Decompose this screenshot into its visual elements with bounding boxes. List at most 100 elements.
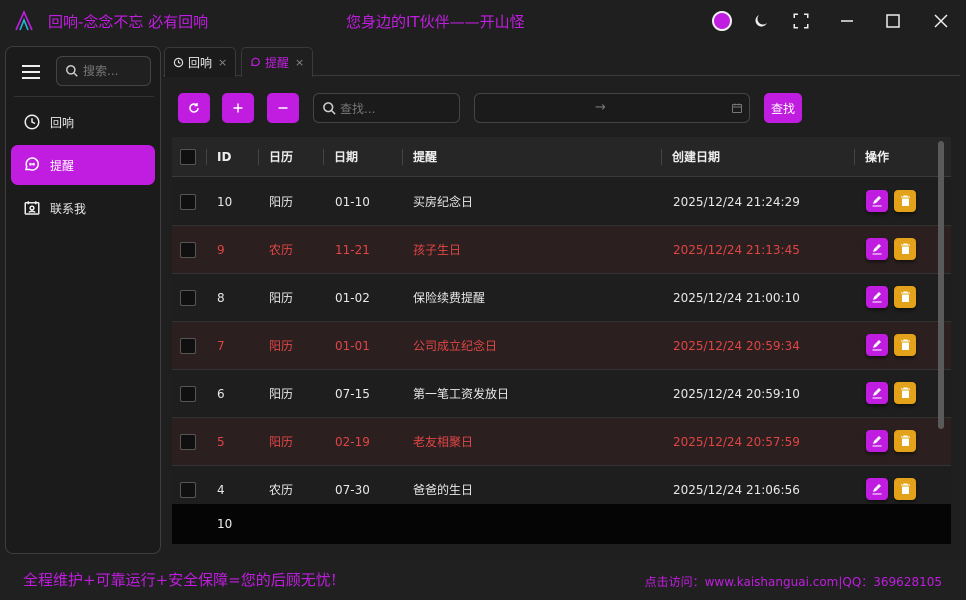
add-button[interactable]: [222, 93, 254, 123]
column-divider: [323, 149, 324, 165]
column-header-actions: 操作: [865, 150, 890, 164]
cell-created: 2025/12/24 21:00:10: [673, 291, 800, 305]
search-icon: [66, 65, 78, 77]
find-field[interactable]: [313, 93, 460, 123]
pencil-icon: [872, 340, 882, 351]
cell-reminder: 老友相聚日: [413, 435, 474, 449]
query-button[interactable]: 查找: [764, 93, 802, 123]
table-row[interactable]: 9 农历 11-21 孩子生日 2025/12/24 21:13:45: [172, 226, 951, 274]
sidebar-item-huixiang[interactable]: 回响: [11, 102, 155, 142]
cell-created: 2025/12/24 21:13:45: [673, 243, 800, 257]
theme-color-button[interactable]: [709, 8, 735, 34]
pencil-icon: [872, 436, 882, 447]
row-checkbox[interactable]: [180, 386, 196, 402]
edit-button[interactable]: [866, 238, 888, 260]
edit-button[interactable]: [866, 430, 888, 452]
clock-icon: [173, 57, 184, 68]
edit-button[interactable]: [866, 286, 888, 308]
sidebar-item-contact[interactable]: 联系我: [11, 188, 155, 228]
footer-visit-link[interactable]: 点击访问：www.kaishanguai.com|QQ：369628105: [645, 573, 942, 590]
close-button[interactable]: [928, 8, 954, 34]
table-row[interactable]: 10 阳历 01-10 买房纪念日 2025/12/24 21:24:29: [172, 178, 951, 226]
table-row[interactable]: 8 阳历 01-02 保险续费提醒 2025/12/24 21:00:10: [172, 274, 951, 322]
delete-button[interactable]: [894, 334, 916, 356]
row-checkbox[interactable]: [180, 194, 196, 210]
refresh-button[interactable]: [178, 93, 210, 123]
delete-button[interactable]: [894, 286, 916, 308]
status-bar: 全程维护+可靠运行+安全保障=您的后顾无忧! 点击访问：www.kaishang…: [0, 560, 966, 600]
table-row[interactable]: 5 阳历 02-19 老友相聚日 2025/12/24 20:57:59: [172, 418, 951, 466]
tab-label: 回响: [188, 56, 213, 70]
cell-id: 9: [217, 243, 225, 257]
cell-calendar: 阳历: [269, 435, 294, 449]
remove-button[interactable]: [267, 93, 299, 123]
app-logo-icon: [15, 10, 33, 31]
maximize-button[interactable]: [880, 8, 906, 34]
row-checkbox[interactable]: [180, 434, 196, 450]
dark-mode-icon[interactable]: [748, 8, 774, 34]
table-row[interactable]: 6 阳历 07-15 第一笔工资发放日 2025/12/24 20:59:10: [172, 370, 951, 418]
search-icon: [323, 102, 336, 115]
table-row[interactable]: 7 阳历 01-01 公司成立纪念日 2025/12/24 20:59:34: [172, 322, 951, 370]
tab-huixiang[interactable]: 回响 ×: [164, 47, 237, 77]
column-divider: [258, 149, 259, 165]
column-header-id[interactable]: ID: [217, 137, 231, 177]
row-checkbox[interactable]: [180, 482, 196, 498]
sidebar-item-reminder[interactable]: 提醒: [11, 145, 155, 185]
sidebar-item-label: 提醒: [50, 158, 75, 173]
minimize-button[interactable]: [834, 8, 860, 34]
cell-date: 01-02: [335, 291, 370, 305]
trash-icon: [900, 243, 910, 254]
row-checkbox[interactable]: [180, 242, 196, 258]
delete-button[interactable]: [894, 190, 916, 212]
tab-close-icon[interactable]: ×: [218, 56, 227, 69]
pencil-icon: [872, 388, 882, 399]
delete-button[interactable]: [894, 238, 916, 260]
trash-icon: [900, 291, 910, 302]
column-header-reminder[interactable]: 提醒: [413, 137, 437, 177]
cell-calendar: 阳历: [269, 339, 294, 353]
tab-reminder[interactable]: 提醒 ×: [241, 47, 314, 77]
cell-calendar: 阳历: [269, 195, 294, 209]
cell-reminder: 孩子生日: [413, 243, 462, 257]
trash-icon: [900, 435, 910, 446]
cell-id: 10: [217, 195, 233, 209]
tab-close-icon[interactable]: ×: [295, 56, 304, 69]
record-count: 10: [217, 517, 233, 531]
column-divider: [854, 149, 855, 165]
clock-icon: [22, 112, 42, 132]
date-range-picker[interactable]: →: [474, 93, 750, 123]
delete-button[interactable]: [894, 478, 916, 500]
footer-slogan: 全程维护+可靠运行+安全保障=您的后顾无忧!: [23, 571, 337, 589]
table-header: ID 日历 日期 提醒 创建日期 操作: [172, 137, 951, 177]
trash-icon: [900, 195, 910, 206]
row-checkbox[interactable]: [180, 338, 196, 354]
cell-calendar: 阳历: [269, 291, 294, 305]
trash-icon: [900, 483, 910, 494]
find-input[interactable]: [340, 99, 450, 119]
delete-button[interactable]: [894, 430, 916, 452]
delete-button[interactable]: [894, 382, 916, 404]
tab-label: 提醒: [265, 56, 290, 70]
title-bar: 回响-念念不忘 必有回响 您身边的IT伙伴——开山怪: [0, 0, 966, 42]
column-header-created[interactable]: 创建日期: [672, 137, 720, 177]
cell-id: 6: [217, 387, 225, 401]
fullscreen-icon[interactable]: [788, 8, 814, 34]
cell-calendar: 农历: [269, 243, 294, 257]
sidebar-search[interactable]: [56, 56, 151, 86]
edit-button[interactable]: [866, 190, 888, 212]
cell-reminder: 公司成立纪念日: [413, 339, 498, 353]
trash-icon: [900, 387, 910, 398]
column-header-calendar[interactable]: 日历: [269, 137, 293, 177]
select-all-checkbox[interactable]: [180, 149, 196, 165]
hamburger-menu-icon[interactable]: [20, 61, 42, 83]
table-scrollbar[interactable]: [938, 141, 944, 429]
sidebar-search-input[interactable]: [83, 61, 147, 81]
edit-button[interactable]: [866, 382, 888, 404]
table-footer: 10: [172, 504, 951, 544]
edit-button[interactable]: [866, 478, 888, 500]
cell-created: 2025/12/24 20:59:34: [673, 339, 800, 353]
column-header-date[interactable]: 日期: [334, 137, 358, 177]
row-checkbox[interactable]: [180, 290, 196, 306]
edit-button[interactable]: [866, 334, 888, 356]
